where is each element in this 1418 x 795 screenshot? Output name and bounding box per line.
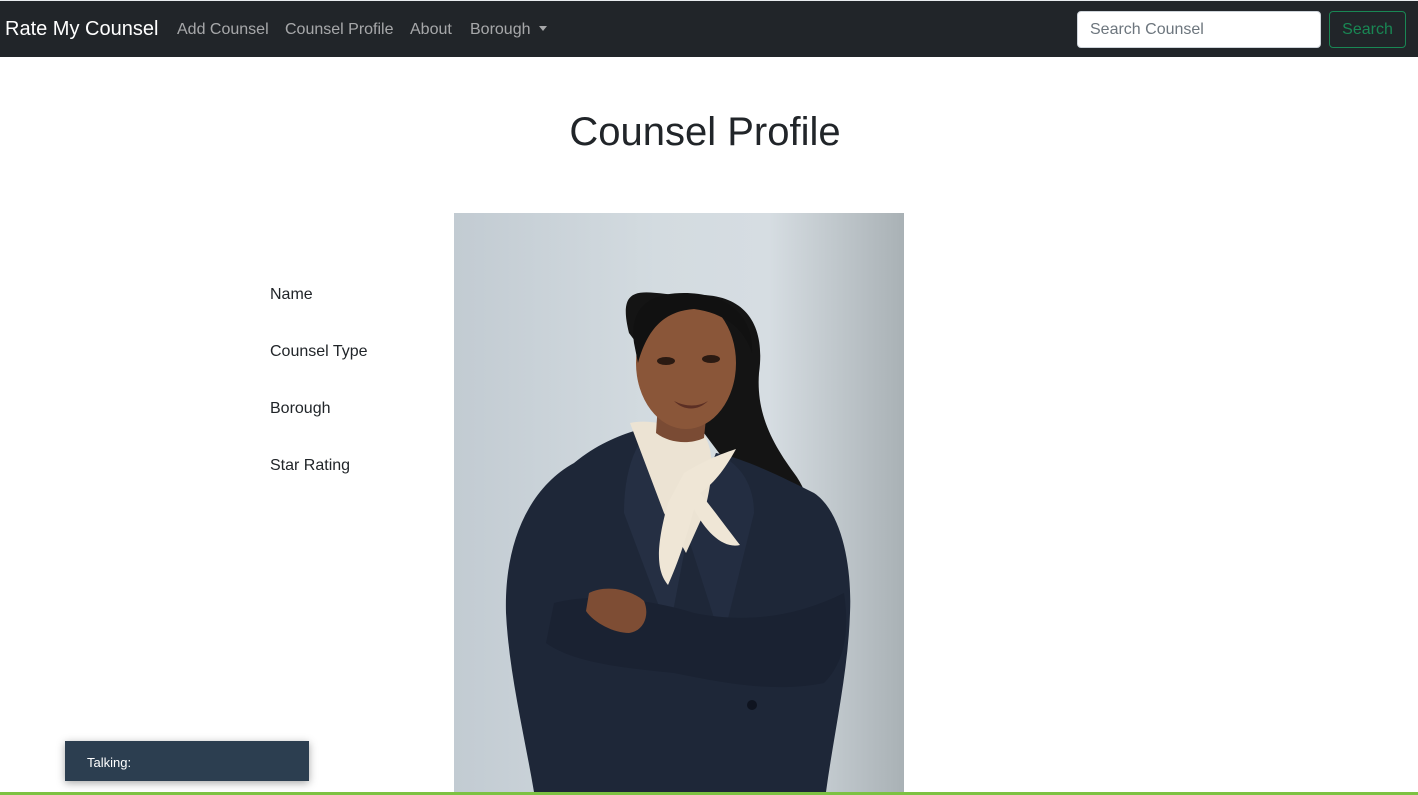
search-button[interactable]: Search <box>1329 11 1406 48</box>
caret-down-icon <box>538 26 547 31</box>
page-title: Counsel Profile <box>569 110 841 154</box>
brand-link[interactable]: Rate My Counsel <box>5 18 158 40</box>
talking-label: Talking: <box>87 755 132 770</box>
nav-borough-dropdown[interactable]: Borough <box>470 20 547 40</box>
top-navbar: Rate My Counsel Add Counsel Counsel Prof… <box>0 0 1418 57</box>
borough-dropdown-label: Borough <box>470 21 531 38</box>
borough-label: Borough <box>270 400 331 417</box>
nav-add-counsel[interactable]: Add Counsel <box>177 20 269 40</box>
nav-about[interactable]: About <box>410 20 452 40</box>
search-input[interactable] <box>1077 11 1321 48</box>
star-rating-label: Star Rating <box>270 457 351 474</box>
name-label: Name <box>270 286 313 303</box>
nav-counsel-profile[interactable]: Counsel Profile <box>285 20 394 40</box>
voice-assistant-widget: Talking: <box>65 741 309 781</box>
counsel-portrait-photo <box>454 213 904 792</box>
counsel-type-label: Counsel Type <box>270 343 368 360</box>
